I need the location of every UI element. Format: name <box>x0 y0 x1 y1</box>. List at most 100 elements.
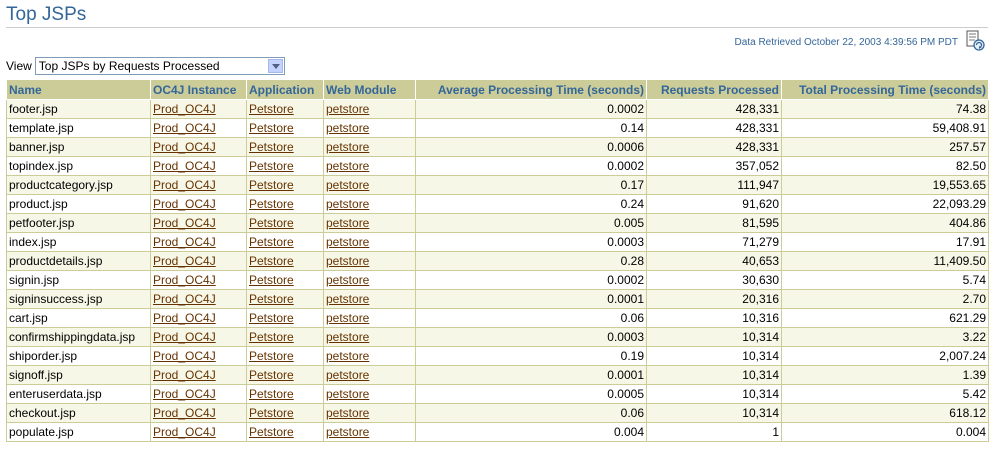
cell-jsp-name: signin.jsp <box>6 270 151 290</box>
table-row: shiporder.jsp Prod_OC4J Petstore petstore 0.… <box>6 346 989 366</box>
cell-application: Petstore <box>246 118 324 138</box>
chevron-down-icon[interactable] <box>267 59 283 73</box>
link-oc4j-instance[interactable]: Prod_OC4J <box>153 406 216 420</box>
table-row: checkout.jsp Prod_OC4J Petstore petstore 0.0… <box>6 403 989 423</box>
link-application[interactable]: Petstore <box>249 178 294 192</box>
cell-requests-processed: 71,279 <box>646 232 782 252</box>
link-web-module[interactable]: petstore <box>326 406 369 420</box>
link-oc4j-instance[interactable]: Prod_OC4J <box>153 121 216 135</box>
column-header-web-module: Web Module <box>323 79 416 100</box>
link-application[interactable]: Petstore <box>249 102 294 116</box>
link-oc4j-instance[interactable]: Prod_OC4J <box>153 368 216 382</box>
link-web-module[interactable]: petstore <box>326 425 369 439</box>
cell-requests-processed: 10,314 <box>646 365 782 385</box>
link-web-module[interactable]: petstore <box>326 292 369 306</box>
cell-requests-processed: 10,316 <box>646 308 782 328</box>
link-web-module[interactable]: petstore <box>326 197 369 211</box>
cell-avg-processing-time: 0.17 <box>415 175 647 195</box>
cell-oc4j-instance: Prod_OC4J <box>150 175 247 195</box>
cell-total-processing-time: 621.29 <box>781 308 989 328</box>
cell-application: Petstore <box>246 251 324 271</box>
link-application[interactable]: Petstore <box>249 368 294 382</box>
cell-oc4j-instance: Prod_OC4J <box>150 194 247 214</box>
link-web-module[interactable]: petstore <box>326 330 369 344</box>
link-web-module[interactable]: petstore <box>326 102 369 116</box>
cell-requests-processed: 10,314 <box>646 327 782 347</box>
link-oc4j-instance[interactable]: Prod_OC4J <box>153 159 216 173</box>
link-web-module[interactable]: petstore <box>326 254 369 268</box>
link-web-module[interactable]: petstore <box>326 178 369 192</box>
cell-avg-processing-time: 0.0001 <box>415 289 647 309</box>
link-application[interactable]: Petstore <box>249 235 294 249</box>
cell-total-processing-time: 1.39 <box>781 365 989 385</box>
link-oc4j-instance[interactable]: Prod_OC4J <box>153 311 216 325</box>
cell-application: Petstore <box>246 156 324 176</box>
link-application[interactable]: Petstore <box>249 425 294 439</box>
cell-requests-processed: 81,595 <box>646 213 782 233</box>
link-oc4j-instance[interactable]: Prod_OC4J <box>153 387 216 401</box>
cell-application: Petstore <box>246 99 324 119</box>
cell-avg-processing-time: 0.06 <box>415 403 647 423</box>
cell-total-processing-time: 17.91 <box>781 232 989 252</box>
link-web-module[interactable]: petstore <box>326 235 369 249</box>
link-web-module[interactable]: petstore <box>326 311 369 325</box>
cell-oc4j-instance: Prod_OC4J <box>150 232 247 252</box>
link-oc4j-instance[interactable]: Prod_OC4J <box>153 178 216 192</box>
table-row: topindex.jsp Prod_OC4J Petstore petstore 0.0… <box>6 156 989 176</box>
link-web-module[interactable]: petstore <box>326 159 369 173</box>
link-web-module[interactable]: petstore <box>326 387 369 401</box>
link-application[interactable]: Petstore <box>249 216 294 230</box>
cell-total-processing-time: 82.50 <box>781 156 989 176</box>
cell-total-processing-time: 0.004 <box>781 422 989 442</box>
link-web-module[interactable]: petstore <box>326 121 369 135</box>
cell-web-module: petstore <box>323 175 416 195</box>
link-application[interactable]: Petstore <box>249 140 294 154</box>
link-application[interactable]: Petstore <box>249 349 294 363</box>
link-oc4j-instance[interactable]: Prod_OC4J <box>153 235 216 249</box>
link-oc4j-instance[interactable]: Prod_OC4J <box>153 197 216 211</box>
link-oc4j-instance[interactable]: Prod_OC4J <box>153 140 216 154</box>
view-select[interactable]: Top JSPs by Requests Processed <box>34 57 285 75</box>
cell-oc4j-instance: Prod_OC4J <box>150 137 247 157</box>
link-application[interactable]: Petstore <box>249 254 294 268</box>
table-row: productcategory.jsp Prod_OC4J Petstore pets… <box>6 175 989 195</box>
link-oc4j-instance[interactable]: Prod_OC4J <box>153 254 216 268</box>
link-web-module[interactable]: petstore <box>326 368 369 382</box>
table-row: enteruserdata.jsp Prod_OC4J Petstore petsto… <box>6 384 989 404</box>
cell-jsp-name: enteruserdata.jsp <box>6 384 151 404</box>
link-web-module[interactable]: petstore <box>326 140 369 154</box>
link-application[interactable]: Petstore <box>249 273 294 287</box>
cell-avg-processing-time: 0.0003 <box>415 232 647 252</box>
cell-avg-processing-time: 0.06 <box>415 308 647 328</box>
link-oc4j-instance[interactable]: Prod_OC4J <box>153 102 216 116</box>
link-oc4j-instance[interactable]: Prod_OC4J <box>153 292 216 306</box>
link-application[interactable]: Petstore <box>249 159 294 173</box>
link-oc4j-instance[interactable]: Prod_OC4J <box>153 349 216 363</box>
link-web-module[interactable]: petstore <box>326 349 369 363</box>
link-oc4j-instance[interactable]: Prod_OC4J <box>153 425 216 439</box>
link-application[interactable]: Petstore <box>249 292 294 306</box>
link-oc4j-instance[interactable]: Prod_OC4J <box>153 216 216 230</box>
cell-avg-processing-time: 0.0005 <box>415 384 647 404</box>
cell-jsp-name: petfooter.jsp <box>6 213 151 233</box>
view-label: View <box>6 59 32 73</box>
link-oc4j-instance[interactable]: Prod_OC4J <box>153 330 216 344</box>
cell-requests-processed: 428,331 <box>646 99 782 119</box>
link-application[interactable]: Petstore <box>249 311 294 325</box>
export-document-icon[interactable] <box>966 30 986 52</box>
link-web-module[interactable]: petstore <box>326 216 369 230</box>
data-retrieved-timestamp: Data Retrieved October 22, 2003 4:39:56 … <box>734 37 958 48</box>
link-application[interactable]: Petstore <box>249 330 294 344</box>
link-application[interactable]: Petstore <box>249 387 294 401</box>
cell-requests-processed: 10,314 <box>646 346 782 366</box>
link-application[interactable]: Petstore <box>249 406 294 420</box>
cell-web-module: petstore <box>323 251 416 271</box>
cell-application: Petstore <box>246 175 324 195</box>
link-web-module[interactable]: petstore <box>326 273 369 287</box>
cell-application: Petstore <box>246 289 324 309</box>
link-oc4j-instance[interactable]: Prod_OC4J <box>153 273 216 287</box>
cell-application: Petstore <box>246 137 324 157</box>
link-application[interactable]: Petstore <box>249 121 294 135</box>
cell-oc4j-instance: Prod_OC4J <box>150 422 247 442</box>
link-application[interactable]: Petstore <box>249 197 294 211</box>
